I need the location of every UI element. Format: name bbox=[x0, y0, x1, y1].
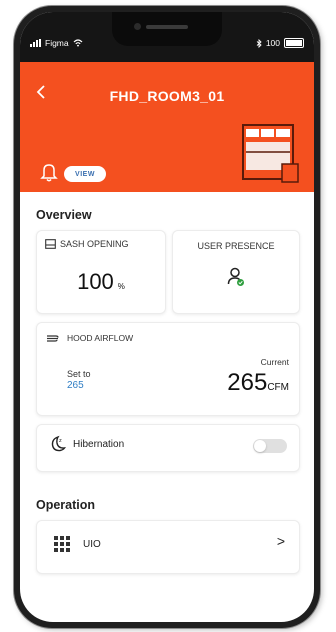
speaker-grille bbox=[146, 25, 188, 29]
hibernation-label: Hibernation bbox=[73, 438, 125, 450]
bluetooth-icon bbox=[256, 38, 262, 48]
sash-value-number: 100 bbox=[77, 269, 114, 294]
bell-icon bbox=[40, 164, 58, 182]
user-presence-label: USER PRESENCE bbox=[197, 241, 275, 251]
svg-text:z: z bbox=[59, 438, 62, 444]
toggle-knob bbox=[254, 440, 266, 452]
phone-frame: Figma 100 FHD_ROOM3_01 VIEW Overview SAS… bbox=[14, 6, 320, 628]
signal-icon bbox=[30, 39, 41, 47]
view-button[interactable]: VIEW bbox=[64, 166, 106, 182]
sash-value-unit: % bbox=[117, 282, 125, 291]
status-right: 100 bbox=[256, 38, 304, 48]
battery-icon bbox=[284, 38, 304, 48]
uio-row: UIO bbox=[53, 535, 101, 553]
app-screen: Figma 100 FHD_ROOM3_01 VIEW Overview SAS… bbox=[20, 12, 314, 622]
user-presence-card[interactable]: USER PRESENCE bbox=[172, 230, 300, 314]
moon-sleep-icon: z bbox=[51, 435, 66, 452]
hood-airflow-header: HOOD AIRFLOW bbox=[47, 333, 133, 343]
current-airflow-unit: CFM bbox=[267, 382, 289, 393]
airflow-setpoint: Set to 265 bbox=[67, 369, 91, 391]
uio-item[interactable]: UIO > bbox=[36, 520, 300, 574]
set-to-label: Set to bbox=[67, 369, 91, 379]
hibernation-row: z Hibernation bbox=[49, 435, 124, 453]
current-airflow-value: 265 bbox=[227, 369, 268, 396]
battery-percent: 100 bbox=[265, 38, 280, 48]
app-header: FHD_ROOM3_01 VIEW bbox=[20, 62, 314, 192]
notch bbox=[112, 12, 222, 46]
overview-heading: Overview bbox=[36, 208, 92, 222]
sash-opening-value: 100% bbox=[37, 269, 165, 295]
grid-icon bbox=[54, 536, 70, 552]
operation-heading: Operation bbox=[36, 498, 96, 512]
status-left: Figma bbox=[30, 38, 83, 48]
current-airflow: 265CFM bbox=[227, 369, 289, 397]
hood-airflow-label: HOOD AIRFLOW bbox=[67, 333, 134, 343]
hibernation-toggle[interactable] bbox=[253, 439, 287, 453]
chevron-right-icon: > bbox=[276, 533, 285, 549]
user-check-icon bbox=[227, 267, 244, 286]
window-icon bbox=[45, 239, 56, 249]
sash-opening-header: SASH OPENING bbox=[45, 239, 129, 249]
uio-label: UIO bbox=[83, 538, 101, 550]
carrier-name: Figma bbox=[45, 38, 69, 48]
set-to-value[interactable]: 265 bbox=[67, 380, 91, 391]
notifications-button[interactable] bbox=[40, 162, 58, 187]
wind-icon bbox=[47, 334, 59, 342]
hood-airflow-card[interactable]: HOOD AIRFLOW Set to 265 Current 265CFM bbox=[36, 322, 300, 416]
status-bar: Figma 100 bbox=[20, 12, 314, 62]
fume-hood-illustration bbox=[242, 124, 299, 183]
camera-dot bbox=[134, 23, 141, 30]
page-title: FHD_ROOM3_01 bbox=[109, 88, 225, 104]
hibernation-card: z Hibernation bbox=[36, 424, 300, 472]
current-label: Current bbox=[260, 357, 289, 367]
wifi-icon bbox=[73, 39, 83, 47]
sash-opening-card[interactable]: SASH OPENING 100% bbox=[36, 230, 166, 314]
sash-opening-label: SASH OPENING bbox=[60, 239, 129, 249]
